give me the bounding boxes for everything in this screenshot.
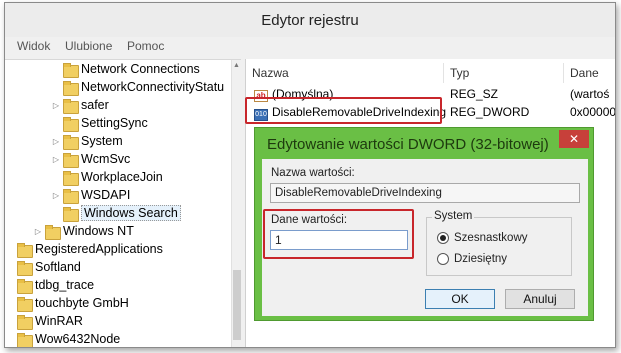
folder-icon bbox=[63, 98, 79, 114]
column-header-name[interactable]: Nazwa bbox=[246, 63, 444, 83]
tree-item[interactable]: ▷ WSDAPI bbox=[51, 186, 130, 204]
folder-icon bbox=[17, 296, 33, 312]
expander-icon[interactable]: ▷ bbox=[51, 155, 61, 164]
tree-scrollbar[interactable]: ▲ bbox=[231, 60, 241, 347]
folder-icon bbox=[63, 62, 79, 78]
radio-unchecked-icon[interactable] bbox=[437, 253, 449, 265]
value-type: REG_DWORD bbox=[450, 105, 530, 119]
folder-icon bbox=[63, 206, 79, 222]
value-name-label: Nazwa wartości: bbox=[271, 167, 355, 179]
folder-icon bbox=[17, 278, 33, 294]
radio-hexadecimal[interactable]: Szesnastkowy bbox=[437, 232, 528, 244]
tree-item[interactable]: touchbyte GmbH bbox=[5, 294, 129, 312]
dialog-title: Edytowanie wartości DWORD (32-bitowej) bbox=[267, 136, 549, 153]
tree-item[interactable]: ▷ WcmSvc bbox=[51, 150, 130, 168]
tree-item[interactable]: WorkplaceJoin bbox=[51, 168, 163, 186]
tree-item-selected[interactable]: Windows Search bbox=[51, 204, 181, 222]
folder-icon bbox=[17, 242, 33, 258]
tree-item[interactable]: RegisteredApplications bbox=[5, 240, 163, 258]
base-groupbox: System Szesnastkowy Dziesiętny bbox=[426, 210, 572, 276]
highlight-value-data bbox=[263, 209, 414, 259]
folder-icon bbox=[17, 314, 33, 330]
tree-item[interactable]: ▷ System bbox=[51, 132, 123, 150]
tree-item[interactable]: Network Connections bbox=[51, 60, 200, 78]
tree-item[interactable]: tdbg_trace bbox=[5, 276, 94, 294]
column-header-data[interactable]: Dane bbox=[564, 63, 615, 83]
menu-favorites[interactable]: Ulubione bbox=[65, 39, 112, 53]
window-title: Edytor rejestru bbox=[5, 3, 615, 37]
menu-bar: Widok Ulubione Pomoc bbox=[5, 37, 615, 57]
folder-icon bbox=[17, 332, 33, 347]
folder-icon bbox=[63, 134, 79, 150]
folder-icon bbox=[63, 188, 79, 204]
base-group-title: System bbox=[432, 210, 475, 222]
menu-view[interactable]: Widok bbox=[17, 39, 50, 53]
expander-icon[interactable]: ▷ bbox=[33, 227, 43, 236]
folder-icon bbox=[63, 80, 79, 96]
tree-item[interactable]: Wow6432Node bbox=[5, 330, 120, 347]
value-data: (wartoś bbox=[570, 87, 610, 101]
value-name-field: DisableRemovableDriveIndexing bbox=[270, 183, 580, 203]
menu-help[interactable]: Pomoc bbox=[127, 39, 164, 53]
radio-decimal[interactable]: Dziesiętny bbox=[437, 253, 507, 265]
expander-icon[interactable]: ▷ bbox=[51, 191, 61, 200]
expander-icon[interactable]: ▷ bbox=[51, 137, 61, 146]
tree-item[interactable]: SettingSync bbox=[51, 114, 148, 132]
value-type: REG_SZ bbox=[450, 87, 499, 101]
close-icon[interactable]: ✕ bbox=[559, 130, 589, 148]
folder-icon bbox=[17, 260, 33, 276]
tree-item[interactable]: ▷ safer bbox=[51, 96, 109, 114]
tree-item[interactable]: NetworkConnectivityStatu bbox=[51, 78, 224, 96]
highlight-value-name bbox=[245, 97, 442, 124]
scroll-up-icon[interactable]: ▲ bbox=[233, 62, 240, 69]
folder-icon bbox=[63, 170, 79, 186]
ok-button[interactable]: OK bbox=[425, 289, 495, 309]
expander-icon[interactable]: ▷ bbox=[51, 101, 61, 110]
registry-tree: Network Connections NetworkConnectivityS… bbox=[5, 59, 241, 347]
folder-icon bbox=[45, 224, 61, 240]
tree-item[interactable]: Softland bbox=[5, 258, 81, 276]
tree-item[interactable]: ▷ Windows NT bbox=[33, 222, 134, 240]
radio-checked-icon[interactable] bbox=[437, 232, 449, 244]
column-header-type[interactable]: Typ bbox=[444, 63, 564, 83]
cancel-button[interactable]: Anuluj bbox=[505, 289, 575, 309]
value-data: 0x000000 bbox=[570, 105, 616, 119]
tree-item[interactable]: WinRAR bbox=[5, 312, 83, 330]
scrollbar-thumb[interactable] bbox=[233, 270, 241, 340]
folder-icon bbox=[63, 152, 79, 168]
folder-icon bbox=[63, 116, 79, 132]
